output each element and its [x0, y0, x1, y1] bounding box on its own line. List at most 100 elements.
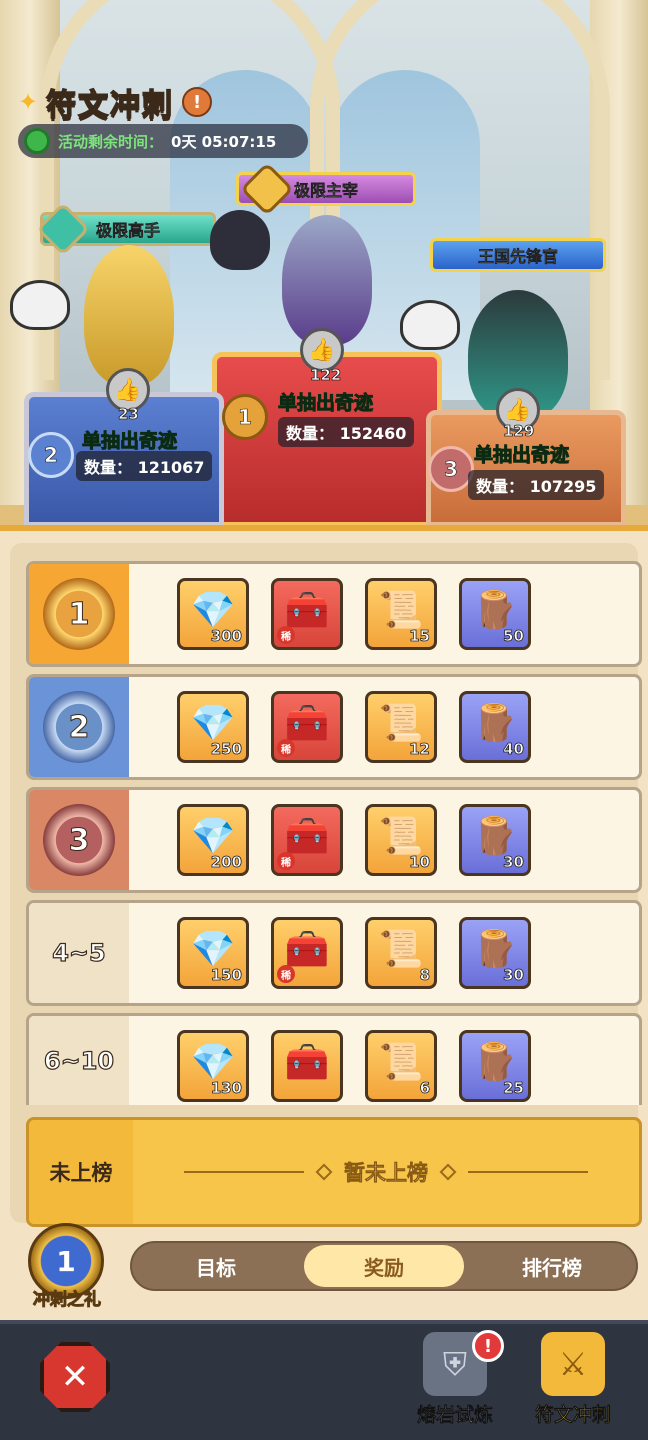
player-quantity: 数量： 121067 [76, 451, 213, 481]
rank-cell: 2 [29, 677, 129, 777]
reward-item-scroll[interactable]: 📜 10 [365, 804, 437, 876]
event-title-bar: ✦ 符文冲刺 ! [18, 80, 213, 124]
reward-item-scroll[interactable]: 📜 6 [365, 1030, 437, 1102]
reward-item-rune-stone[interactable]: 🪵 30 [459, 804, 531, 876]
reward-item-rune-stone[interactable]: 🪵 30 [459, 917, 531, 989]
reward-item-chest[interactable]: 🧰 稀 [271, 691, 343, 763]
item-count: 50 [503, 627, 525, 646]
nav-lava-trial[interactable]: ⛨ 熔岩试炼 ! [400, 1330, 510, 1432]
rune-stone-icon: 🪵 [472, 703, 518, 744]
nav-rune-sprint[interactable]: ⚔ 符文冲刺 [518, 1332, 628, 1432]
reward-item-crystal[interactable]: 💎 200 [177, 804, 249, 876]
rare-chest-icon: 🧰 [284, 590, 330, 631]
like-count: 23 [118, 405, 140, 424]
like-count: 122 [310, 366, 342, 385]
scroll-icon: 📜 [378, 816, 424, 857]
my-rank-status: 暂未上榜 [133, 1120, 639, 1224]
tab-leaderboard[interactable]: 排行榜 [472, 1245, 632, 1287]
scroll-icon: 📜 [378, 703, 424, 744]
rank-badge-silver: 2 [43, 691, 115, 763]
title-banner-label: 极限主宰 [293, 181, 359, 201]
scroll-icon: 📜 [378, 1042, 424, 1083]
player-name[interactable]: 单抽出奇迹 [81, 426, 177, 453]
medal-rank-1: 1 [222, 394, 268, 440]
reward-item-crystal[interactable]: 💎 150 [177, 917, 249, 989]
sprint-gift-button[interactable]: 1 冲刺之礼 [22, 1223, 112, 1319]
reward-item-rune-stone[interactable]: 🪵 50 [459, 578, 531, 650]
reward-item-chest[interactable]: 🧰 稀 [271, 578, 343, 650]
rank-cell: 4~5 [29, 903, 129, 1003]
rune-stone-icon: 🪵 [472, 590, 518, 631]
reward-item-chest[interactable]: 🧰 稀 [271, 917, 343, 989]
sword-badge-icon: ⚔ [541, 1332, 605, 1396]
reward-row-rank-2: 2 💎 250 🧰 稀 📜 12 🪵 40 [26, 674, 642, 780]
reward-item-chest[interactable]: 🧰 稀 [271, 804, 343, 876]
rank-range: 6~10 [43, 1046, 115, 1075]
player-name[interactable]: 单抽出奇迹 [473, 440, 569, 467]
panda-pet-icon [10, 280, 70, 330]
star-icon: ✦ [18, 88, 39, 116]
rare-chest-icon: 🧰 [284, 703, 330, 744]
rank-number: 1 [68, 596, 90, 632]
item-count: 300 [210, 627, 242, 646]
player-quantity: 数量： 152460 [278, 417, 415, 447]
divider [468, 1171, 588, 1173]
gift-badge: 1 [56, 1244, 76, 1278]
crystal-icon: 💎 [190, 1042, 236, 1083]
reward-item-scroll[interactable]: 📜 15 [365, 578, 437, 650]
reward-row-rank-4-5: 4~5 💎 150 🧰 稀 📜 8 🪵 30 [26, 900, 642, 1006]
reward-item-crystal[interactable]: 💎 250 [177, 691, 249, 763]
close-icon: ✕ [60, 1357, 90, 1397]
reward-item-crystal[interactable]: 💎 300 [177, 578, 249, 650]
tab-rewards[interactable]: 奖励 [304, 1245, 464, 1287]
podium-scene: ✦ 符文冲刺 ! 活动剩余时间： 0天 05:07:15 极限主宰 极限高手 王… [0, 0, 648, 530]
reward-panel: 1 💎 300 🧰 稀 📜 15 🪵 50 2 💎 250 🧰 稀 📜 12 🪵 40 3 💎 2… [0, 525, 648, 1320]
my-rank-row: 未上榜 暂未上榜 [26, 1117, 642, 1227]
scroll-icon: 📜 [378, 929, 424, 970]
player-name[interactable]: 单抽出奇迹 [277, 388, 373, 415]
medal-rank-2: 2 [28, 432, 74, 478]
tab-bar: 目标 奖励 排行榜 [130, 1241, 638, 1291]
rare-tag: 稀 [277, 626, 295, 644]
item-count: 8 [419, 966, 430, 985]
reward-item-rune-stone[interactable]: 🪵 25 [459, 1030, 531, 1102]
clock-icon [24, 128, 50, 154]
reward-list[interactable]: 1 💎 300 🧰 稀 📜 15 🪵 50 2 💎 250 🧰 稀 📜 12 🪵 40 3 💎 2… [10, 543, 642, 1227]
item-count: 40 [503, 740, 525, 759]
reward-item-scroll[interactable]: 📜 8 [365, 917, 437, 989]
timer-value: 0天 05:07:15 [171, 132, 277, 151]
reward-item-chest[interactable]: 🧰 [271, 1030, 343, 1102]
reward-item-scroll[interactable]: 📜 12 [365, 691, 437, 763]
info-icon[interactable]: ! [182, 87, 213, 117]
item-count: 12 [409, 740, 431, 759]
rare-tag: 稀 [277, 852, 295, 870]
reward-row-rank-6-10: 6~10 💎 130 🧰 📜 6 🪵 25 [26, 1013, 642, 1105]
rank-number: 3 [68, 822, 90, 858]
item-count: 25 [503, 1079, 525, 1098]
nav-label: 熔岩试炼 [416, 1404, 494, 1427]
event-timer: 活动剩余时间： 0天 05:07:15 [18, 124, 308, 158]
panda-pet-icon [400, 300, 460, 350]
rune-stone-icon: 🪵 [472, 816, 518, 857]
item-count: 10 [409, 853, 431, 872]
rank-cell: 1 [29, 564, 129, 664]
hero-rank-1[interactable] [282, 215, 372, 345]
divider [184, 1171, 304, 1173]
item-count: 30 [503, 966, 525, 985]
crystal-icon: 💎 [190, 703, 236, 744]
hero-rank-2[interactable] [84, 245, 174, 385]
item-count: 250 [210, 740, 242, 759]
title-banner-label: 王国先锋官 [477, 247, 559, 267]
gold-chest-icon: 🧰 [284, 1042, 330, 1083]
item-count: 15 [409, 627, 431, 646]
like-count: 129 [503, 422, 535, 441]
reward-item-crystal[interactable]: 💎 130 [177, 1030, 249, 1102]
diamond-icon [315, 1163, 333, 1181]
item-count: 150 [210, 966, 242, 985]
reward-item-rune-stone[interactable]: 🪵 40 [459, 691, 531, 763]
medal-number: 2 [44, 443, 59, 468]
tab-goals[interactable]: 目标 [136, 1245, 296, 1287]
close-button[interactable]: ✕ [40, 1342, 110, 1412]
item-count: 6 [419, 1079, 430, 1098]
reward-row-rank-3: 3 💎 200 🧰 稀 📜 10 🪵 30 [26, 787, 642, 893]
